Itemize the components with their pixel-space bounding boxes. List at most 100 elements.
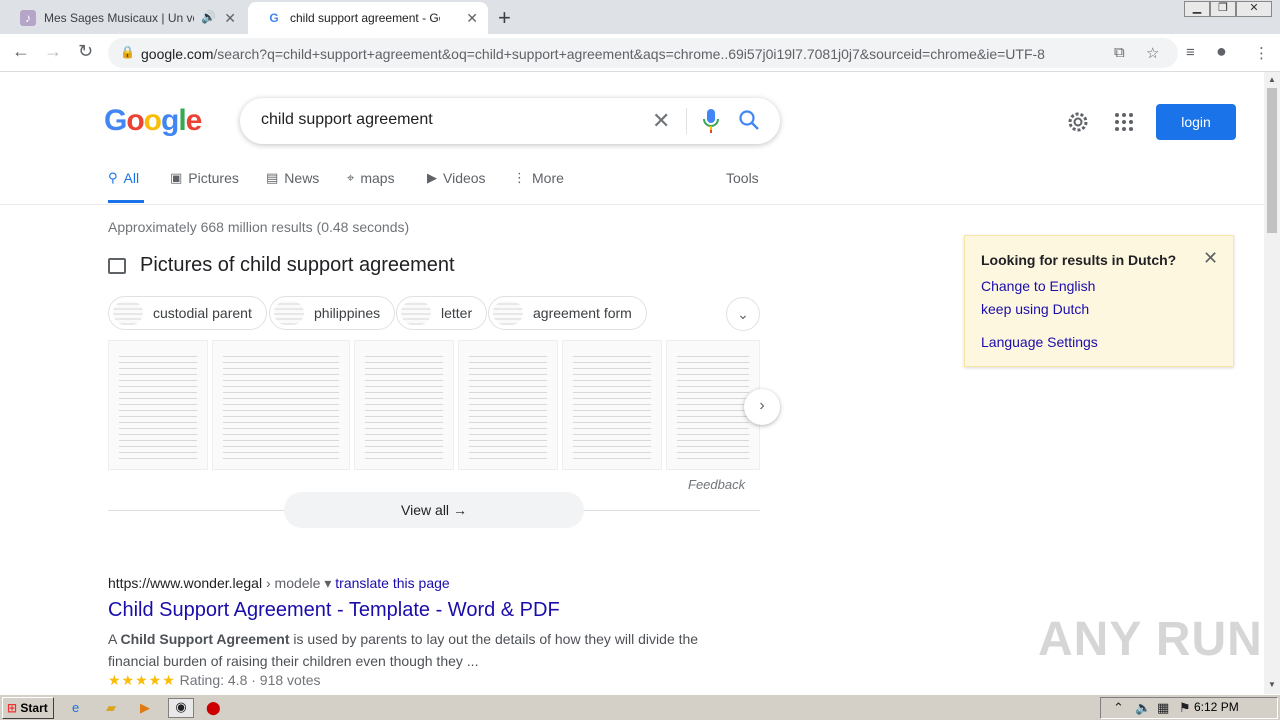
tray-expand-icon[interactable]: ⌃ [1113,700,1124,716]
bookmark-star-icon[interactable]: ☆ [1146,44,1159,62]
microphone-icon[interactable] [702,108,720,139]
start-label: Start [20,701,48,715]
images-header-title: Pictures of child support agreement [140,254,455,276]
windows-logo-icon: ⊞ [7,701,18,715]
back-arrow-icon[interactable]: ← [12,41,30,62]
close-tab-icon[interactable]: ✕ [224,10,236,27]
tab-maps[interactable]: ⌖ maps [347,170,395,186]
view-all-button[interactable]: View all → [284,492,584,528]
chip-label: custodial parent [153,305,252,321]
tab-pictures[interactable]: ▣ Pictures [170,170,239,186]
url-path: /search?q=child+support+agreement&oq=chi… [213,46,1045,62]
image-result[interactable] [562,340,662,470]
forward-arrow-icon[interactable]: → [44,41,62,62]
image-result[interactable] [458,340,558,470]
new-tab-plus-icon[interactable]: + [498,5,511,31]
image-icon [108,257,126,274]
search-input[interactable]: child support agreement [261,111,433,129]
login-button[interactable]: login [1156,104,1236,140]
snippet-text: A [108,631,121,647]
scroll-down-icon[interactable]: ▼ [1268,680,1276,689]
tab-all[interactable]: ⚲ All [108,170,139,186]
ie-icon[interactable]: e [72,700,79,715]
translate-icon[interactable]: ⧉ [1114,44,1125,61]
google-logo[interactable]: Google [104,104,202,138]
chip-custodial-parent[interactable]: custodial parent [108,296,267,330]
images-section-header[interactable]: Pictures of child support agreement [108,254,455,277]
chip-letter[interactable]: letter [396,296,488,330]
result-stats: Approximately 668 million results (0.48 … [108,219,410,235]
tab-news[interactable]: ▤ News [266,170,319,186]
search-tabs: ⚲ All ▣ Pictures ▤ News ⌖ maps ▶ Videos ⋮ More… [0,168,1264,205]
chip-philippines[interactable]: philippines [269,296,396,330]
media-queue-icon[interactable]: ≡ [1186,44,1195,61]
address-bar[interactable]: 🔒 google.com/search?q=child+support+agre… [108,38,1178,68]
media-player-icon[interactable]: ▶ [140,700,150,716]
result-title-link[interactable]: Child Support Agreement - Template - Wor… [108,599,560,622]
search-magnifier-icon[interactable] [738,109,760,136]
scroll-up-icon[interactable]: ▲ [1268,75,1276,84]
scrollbar-thumb[interactable] [1267,88,1277,233]
tab-label: More [532,170,564,186]
tab-label: News [284,170,320,186]
feedback-link[interactable]: Feedback [688,477,745,492]
tab-label: Pictures [188,170,239,186]
browser-tab-music[interactable]: ♪ Mes Sages Musicaux | Un voyage 🔊 ✕ [2,2,246,34]
flag-icon[interactable]: ⚑ [1179,700,1191,716]
tools-button[interactable]: Tools [726,170,759,186]
close-tab-icon[interactable]: ✕ [466,10,478,27]
translate-page-link[interactable]: translate this page [335,575,449,591]
result-rating: ★★★★★ Rating: 4.8 · 918 votes [108,672,321,689]
chrome-taskbar-icon[interactable]: ◉ [168,698,194,718]
chevron-down-icon[interactable]: ⌄ [726,297,760,331]
tab-title: Mes Sages Musicaux | Un voyage [44,11,194,25]
volume-icon[interactable]: 🔈 [1135,700,1151,716]
url-text: google.com/search?q=child+support+agreem… [141,46,1045,62]
system-tray: ⌃ 🔈 ▦ ⚑ [1100,697,1278,719]
tab-more[interactable]: ⋮ More [513,170,564,186]
settings-gear-icon[interactable] [1066,110,1090,139]
chip-thumbnail [113,301,143,325]
tab-videos[interactable]: ▶ Videos [427,170,486,186]
tab-strip: ♪ Mes Sages Musicaux | Un voyage 🔊 ✕ G c… [0,0,1280,34]
chevron-right-icon[interactable]: › [744,389,780,425]
reload-icon[interactable]: ↻ [78,41,93,62]
lock-icon[interactable]: 🔒 [120,45,135,59]
map-pin-icon: ⌖ [347,170,355,185]
network-icon[interactable]: ▦ [1157,700,1169,716]
clear-search-icon[interactable]: ✕ [652,108,670,134]
rating-text: Rating: 4.8 · 918 votes [179,672,321,688]
snippet-bold: Child Support Agreement [120,631,290,647]
security-alert-icon[interactable]: ⬤ [206,700,221,716]
search-box[interactable]: child support agreement ✕ [240,98,780,144]
restore-window-icon[interactable]: ❐ [1210,1,1236,17]
language-settings-link[interactable]: Language Settings [981,334,1098,350]
minimize-window-icon[interactable]: ▁ [1184,1,1210,17]
page-scrollbar[interactable]: ▲ ▼ [1264,72,1280,694]
more-vert-icon: ⋮ [513,170,526,185]
search-divider [686,108,687,134]
caret-down-icon[interactable]: ▾ [324,575,331,591]
image-result[interactable] [354,340,454,470]
language-popup: Looking for results in Dutch? ✕ Change t… [964,235,1234,367]
chip-agreement-form[interactable]: agreement form [488,296,647,330]
language-popup-heading: Looking for results in Dutch? [981,252,1177,268]
taskbar-clock: 6:12 PM [1194,700,1239,714]
browser-tab-google[interactable]: G child support agreement - Google Se ✕ [248,2,488,34]
change-to-english-link[interactable]: Change to English [981,278,1095,294]
speaker-icon[interactable]: 🔊 [201,10,216,24]
image-result[interactable] [212,340,350,470]
profile-avatar-icon[interactable]: ● [1216,41,1227,62]
chrome-menu-icon[interactable]: ⋮ [1254,44,1269,62]
keep-dutch-link[interactable]: keep using Dutch [981,301,1089,317]
chip-thumbnail [401,301,431,325]
close-window-icon[interactable]: ✕ [1236,1,1272,17]
start-button[interactable]: ⊞ Start [2,697,54,719]
image-result[interactable] [108,340,208,470]
explorer-folder-icon[interactable]: ▰ [106,700,116,716]
close-icon[interactable]: ✕ [1203,248,1218,269]
result-url[interactable]: https://www.wonder.legal › modele ▾ tran… [108,575,450,592]
google-apps-grid-icon[interactable] [1114,112,1134,137]
browser-toolbar: ← → ↻ 🔒 google.com/search?q=child+suppor… [0,34,1280,72]
result-domain: https://www.wonder.legal [108,575,263,591]
